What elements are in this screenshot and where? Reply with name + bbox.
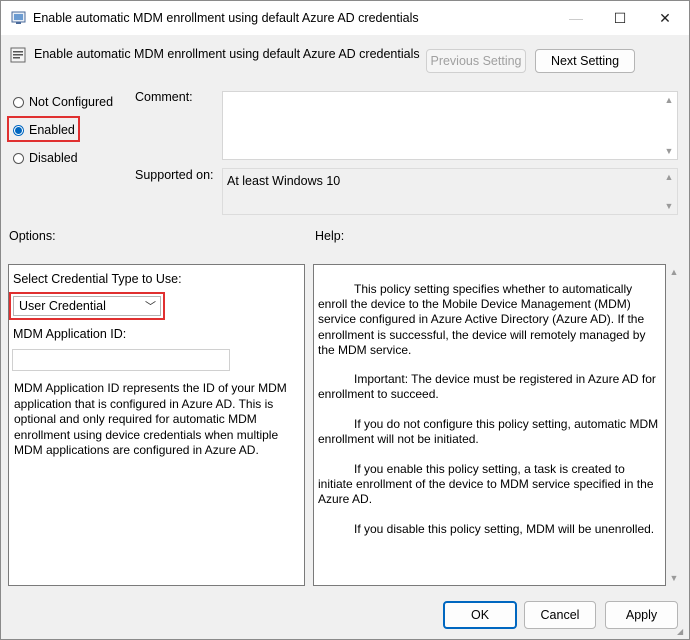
scroll-down-icon: ▼	[664, 201, 674, 211]
dropdown-value: User Credential	[19, 299, 106, 313]
previous-setting-button[interactable]: Previous Setting	[426, 49, 526, 73]
comment-label: Comment:	[135, 90, 193, 104]
radio-circle	[13, 96, 24, 108]
help-paragraph: If you disable this policy setting, MDM …	[354, 522, 655, 536]
policy-dialog: Enable automatic MDM enrollment using de…	[0, 0, 690, 640]
title-bar: Enable automatic MDM enrollment using de…	[1, 1, 689, 35]
scroll-up-icon: ▲	[664, 172, 674, 182]
credential-type-label: Select Credential Type to Use:	[13, 272, 182, 286]
next-setting-button[interactable]: Next Setting	[535, 49, 635, 73]
radio-not-configured[interactable]: Not Configured	[13, 95, 113, 109]
resize-grip-icon[interactable]: ◢	[677, 627, 683, 636]
credential-type-dropdown[interactable]: User Credential ﹀	[13, 296, 161, 316]
supported-on-label: Supported on:	[135, 168, 214, 182]
app-id-input[interactable]	[12, 349, 230, 371]
help-paragraph: Important: The device must be registered…	[318, 372, 656, 402]
minimize-button[interactable]: —	[553, 1, 599, 35]
app-id-label: MDM Application ID:	[13, 327, 127, 341]
supported-on-box: At least Windows 10 ▲ ▼	[222, 168, 678, 215]
radio-circle	[13, 124, 24, 136]
apply-button[interactable]: Apply	[605, 601, 678, 629]
scroll-up-icon: ▲	[669, 267, 679, 277]
comment-textarea[interactable]: ▲ ▼	[222, 91, 678, 160]
radio-enabled[interactable]: Enabled	[13, 123, 75, 137]
options-title: Options:	[9, 229, 56, 243]
radio-label: Disabled	[29, 151, 78, 165]
help-scrollbar[interactable]: ▲ ▼	[666, 264, 682, 586]
help-paragraph: This policy setting specifies whether to…	[318, 282, 646, 357]
help-paragraph: If you enable this policy setting, a tas…	[318, 462, 654, 507]
maximize-button[interactable]: ☐	[597, 1, 643, 35]
ok-button[interactable]: OK	[443, 601, 517, 629]
scroll-up-icon: ▲	[664, 95, 674, 105]
radio-label: Enabled	[29, 123, 75, 137]
setting-icon	[10, 47, 26, 66]
comment-scrollbar[interactable]: ▲ ▼	[661, 92, 677, 159]
minimize-icon: —	[569, 10, 583, 26]
close-icon: ✕	[659, 9, 671, 26]
supported-on-value: At least Windows 10	[227, 174, 341, 188]
scroll-down-icon: ▼	[664, 146, 674, 156]
app-icon	[11, 10, 27, 29]
setting-name: Enable automatic MDM enrollment using de…	[34, 47, 420, 61]
radio-label: Not Configured	[29, 95, 114, 109]
scroll-down-icon: ▼	[669, 573, 679, 583]
app-id-description: MDM Application ID represents the ID of …	[14, 381, 287, 457]
help-paragraph: If you do not configure this policy sett…	[318, 417, 659, 447]
supported-scrollbar[interactable]: ▲ ▼	[661, 169, 677, 214]
close-button[interactable]: ✕	[642, 1, 688, 35]
help-scroll-track: ▲ ▼	[666, 264, 682, 586]
radio-disabled[interactable]: Disabled	[13, 151, 78, 165]
chevron-down-icon: ﹀	[145, 301, 156, 313]
cancel-button[interactable]: Cancel	[524, 601, 596, 629]
window-title: Enable automatic MDM enrollment using de…	[33, 11, 419, 25]
radio-circle	[13, 152, 24, 164]
help-title: Help:	[315, 229, 345, 243]
maximize-icon: ☐	[613, 9, 627, 26]
